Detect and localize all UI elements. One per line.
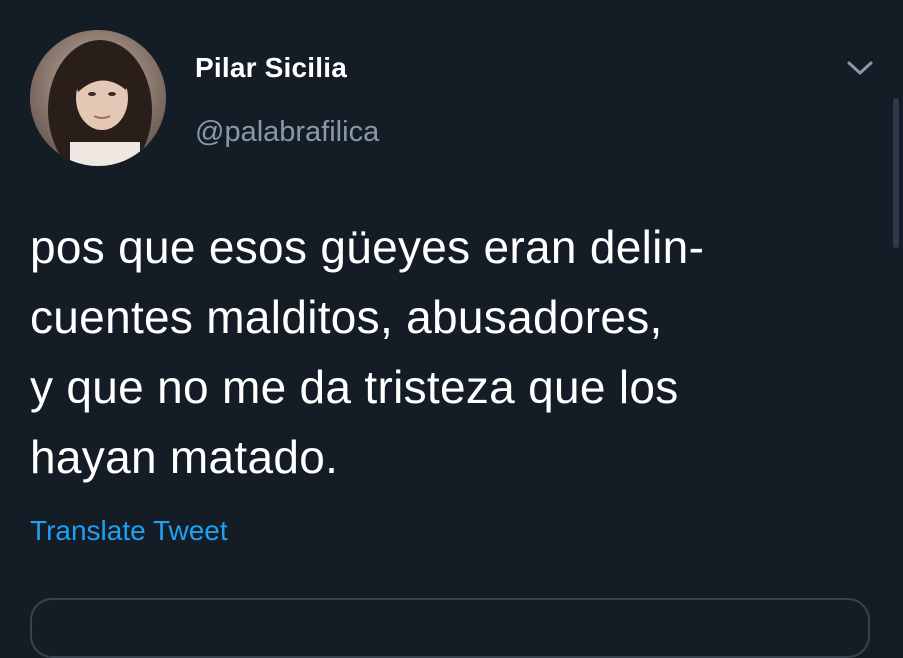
tweet-text: pos que esos güeyes eran delin- cuentes … xyxy=(30,212,850,492)
tweet-text-line: y que no me da tristeza que los xyxy=(30,361,679,413)
quoted-card[interactable] xyxy=(30,598,870,658)
avatar[interactable] xyxy=(30,30,166,166)
chevron-down-icon[interactable] xyxy=(842,54,878,82)
translate-tweet-link[interactable]: Translate Tweet xyxy=(30,515,228,547)
tweet: Pilar Sicilia @palabrafilica pos que eso… xyxy=(0,0,903,658)
author-name[interactable]: Pilar Sicilia xyxy=(195,52,347,84)
tweet-text-line: hayan matado. xyxy=(30,431,339,483)
author-handle[interactable]: @palabrafilica xyxy=(195,116,379,149)
scrollbar[interactable] xyxy=(893,98,899,248)
tweet-text-line: cuentes malditos, abusadores, xyxy=(30,291,663,343)
tweet-text-line: pos que esos güeyes eran delin- xyxy=(30,221,705,273)
